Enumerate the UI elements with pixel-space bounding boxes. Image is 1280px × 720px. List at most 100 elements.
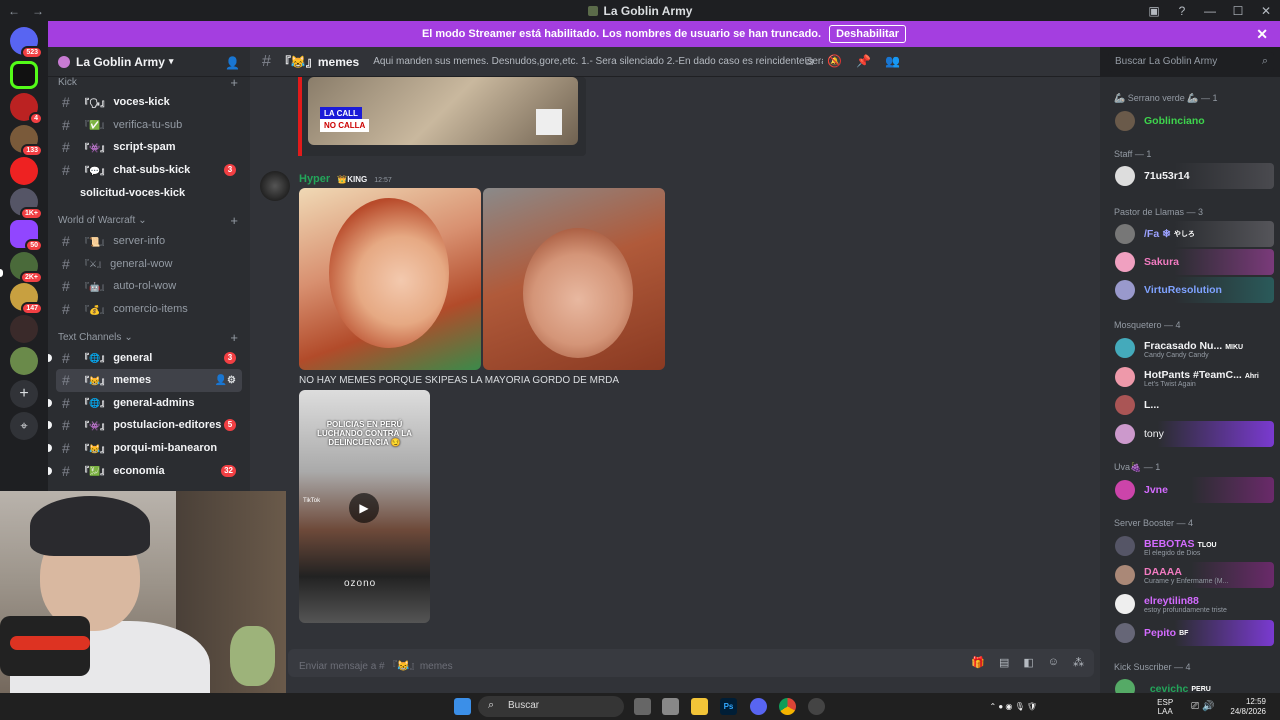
mention-badge: 32 [221, 464, 236, 477]
add-member-icon[interactable]: 👤 [225, 56, 240, 70]
channel-general-admins[interactable]: # 『🌐』 general-admins [48, 392, 242, 415]
disable-streamer-button[interactable]: Deshabilitar [829, 25, 907, 43]
member-item[interactable]: VirtuResolution [1108, 277, 1274, 303]
add-server-icon[interactable]: + [10, 380, 38, 408]
add-channel-icon[interactable]: + [230, 213, 238, 228]
channel-auto-rol-wow[interactable]: # 『🤖』 auto-rol-wow [56, 275, 242, 298]
member-item[interactable]: Pepito BF [1108, 620, 1274, 646]
unread-indicator [48, 444, 52, 453]
author-avatar[interactable] [260, 171, 290, 201]
channel-settings-icon[interactable]: 👤⚙ [215, 375, 236, 386]
video-title: POLICIAS EN PERÚ LUCHANDO CONTRA LA DELI… [317, 420, 412, 447]
chrome-icon[interactable] [779, 698, 796, 715]
category-kick[interactable]: Kick + [48, 73, 250, 91]
member-item[interactable]: 71u53r14 [1108, 163, 1274, 189]
start-icon[interactable] [454, 698, 471, 715]
guild-icon[interactable]: 2K+ [10, 252, 43, 284]
member-item[interactable]: DAAAA Curame y Enfermame (M... [1108, 562, 1274, 588]
guild-icon[interactable]: 4 [10, 93, 43, 125]
member-item[interactable]: L... [1108, 392, 1274, 418]
member-item[interactable]: Jvne [1108, 477, 1274, 503]
file-explorer-icon[interactable] [691, 698, 708, 715]
member-item[interactable]: tony [1108, 421, 1274, 447]
tray-icons[interactable]: ⌃ ● ◉ 🎙 🛡 [989, 702, 1037, 711]
member-list-icon[interactable]: 👥 [885, 54, 900, 69]
mute-bell-icon[interactable]: 🔕 [827, 54, 842, 69]
minimize-icon[interactable]: — [1196, 4, 1224, 18]
search-input[interactable]: Buscar La Goblin Army ⌕ [1108, 52, 1274, 72]
app-icon[interactable] [662, 698, 679, 715]
guild-icon[interactable] [10, 347, 38, 375]
add-channel-icon[interactable]: + [230, 330, 238, 345]
guild-icon[interactable]: 133 [10, 125, 43, 157]
member-item[interactable]: _cevichc PERU [1108, 676, 1274, 693]
guild-kick-icon[interactable] [10, 61, 38, 89]
channel-comercio-items[interactable]: # 『💰』 comercio-items [56, 298, 242, 321]
guild-icon[interactable]: 1K+ [10, 188, 43, 220]
author-name[interactable]: Hyper [299, 173, 330, 185]
channel-verifica-tu-sub[interactable]: # 『✅』 verifica-tu-sub [56, 114, 242, 137]
channel-postulacion-editores[interactable]: # 『👾』 postulacion-editores 5 [48, 414, 242, 437]
member-item[interactable]: /Fa ❄ やしろ [1108, 221, 1274, 247]
network-volume-icon[interactable]: ⎚ 🔊 [1191, 701, 1214, 712]
discord-icon[interactable] [750, 698, 767, 715]
gift-icon[interactable]: 🎁 [971, 656, 985, 669]
play-icon[interactable]: ▶ [349, 493, 379, 523]
channel-voces-kick[interactable]: # 『🗣』 voces-kick [56, 91, 242, 114]
history-nav: ← → [8, 4, 44, 18]
channel-general-wow[interactable]: # 『⚔』 general-wow [56, 253, 242, 276]
back-arrow-icon[interactable]: ← [8, 4, 20, 18]
server-name: La Goblin Army [76, 54, 165, 69]
clock[interactable]: 12:59 24/8/2026 [1230, 697, 1266, 717]
forward-arrow-icon[interactable]: → [32, 4, 44, 18]
inbox-icon[interactable]: ▣ [1140, 4, 1168, 18]
task-view-icon[interactable] [634, 698, 651, 715]
gif-icon[interactable]: ▤ [999, 656, 1009, 669]
channel-server-info[interactable]: # 『📜』 server-info [56, 230, 242, 253]
explore-servers-icon[interactable]: ⌖ [10, 412, 38, 440]
member-item[interactable]: Fracasado Nu... MIKU Candy Candy Candy [1108, 335, 1274, 361]
channel-memes[interactable]: # 『😹』 memes 👤⚙ [56, 368, 242, 392]
meme-image-right[interactable] [483, 188, 665, 370]
pin-icon[interactable]: 📌 [856, 54, 871, 69]
apps-icon[interactable]: ⁂ [1073, 656, 1084, 669]
banner-close-icon[interactable]: ✕ [1256, 26, 1268, 43]
direct-messages-icon[interactable]: 523 [10, 27, 43, 59]
guild-twitch-icon[interactable]: 50 [10, 220, 43, 252]
member-item[interactable]: HotPants #TeamC... Ahri Let's Twist Again [1108, 364, 1274, 390]
member-status: Curame y Enfermame (M... [1144, 577, 1229, 585]
taskbar-search[interactable]: ⌕ Buscar [478, 696, 624, 717]
channel-script-spam[interactable]: # 『👾』 script-spam [56, 136, 242, 159]
channel-general[interactable]: # 『🌐』 general 3 [48, 346, 242, 369]
help-icon[interactable]: ? [1168, 4, 1196, 18]
add-channel-icon[interactable]: + [230, 75, 238, 90]
category-world-of-warcraft[interactable]: World of Warcraft ⌄ + [48, 212, 250, 230]
message-input[interactable]: Enviar mensaje a # 『😹』memes 🎁 ▤ ◧ ☺ ⁂ [288, 649, 1094, 677]
member-item[interactable]: elreytilin88 estoy profundamente triste [1108, 591, 1274, 617]
language-indicator[interactable]: ESP LAA [1157, 698, 1173, 716]
channel-porqui-mi-banearon[interactable]: # 『😹』 porqui-mi-banearon [48, 437, 242, 460]
guild-icon[interactable] [10, 157, 38, 185]
emoji-icon[interactable]: ☺ [1048, 656, 1059, 669]
member-item[interactable]: Goblinciano [1108, 108, 1274, 134]
meme-image-left[interactable] [299, 188, 481, 370]
channel-solicitud-voces-kick[interactable]: solicitud-voces-kick [56, 181, 242, 204]
guild-icon[interactable] [10, 315, 38, 343]
channel-name: verifica-tu-sub [113, 118, 183, 131]
channel-economia[interactable]: # 『💹』 economía 32 [48, 459, 242, 482]
channel-topic[interactable]: Aqui manden sus memes. Desnudos,gore,etc… [373, 56, 823, 67]
app-icon[interactable] [808, 698, 825, 715]
member-name: Jvne [1144, 484, 1168, 496]
close-window-icon[interactable]: ✕ [1252, 4, 1280, 18]
guild-icon[interactable]: 147 [10, 283, 43, 315]
member-item[interactable]: BEBOTAS TLOU El elegido de Dios [1108, 533, 1274, 559]
embed-image[interactable]: LA CALL NO CALLA [308, 77, 578, 145]
channel-chat-subs-kick[interactable]: # 『💬』 chat-subs-kick 3 [56, 159, 242, 182]
threads-icon[interactable]: ⧉ [805, 54, 814, 69]
category-text-channels[interactable]: Text Channels ⌄ + [48, 328, 250, 346]
sticker-icon[interactable]: ◧ [1023, 656, 1033, 669]
video-attachment[interactable]: POLICIAS EN PERÚ LUCHANDO CONTRA LA DELI… [299, 390, 430, 623]
member-item[interactable]: Sakura [1108, 249, 1274, 275]
photoshop-icon[interactable]: Ps [720, 698, 737, 715]
maximize-icon[interactable]: ☐ [1224, 4, 1252, 18]
